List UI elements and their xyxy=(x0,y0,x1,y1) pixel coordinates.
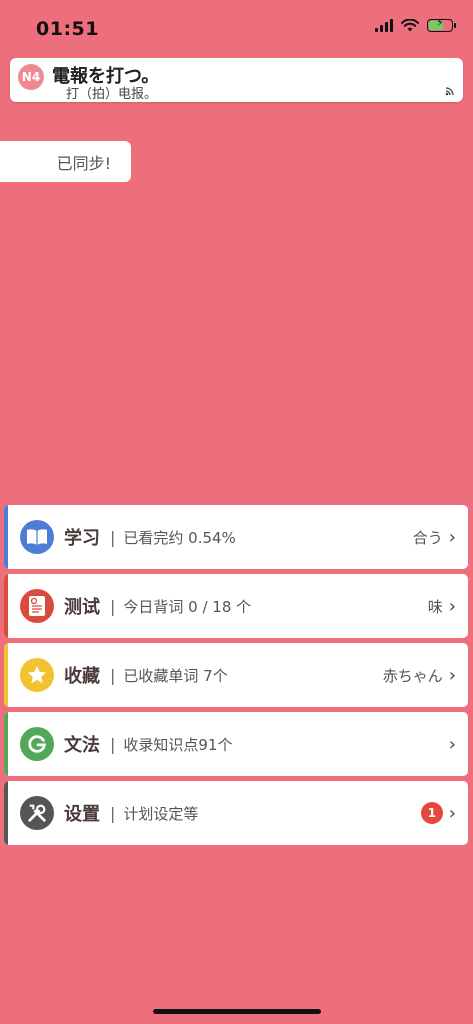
menu-item-settings[interactable]: 设置 | 计划设定等 1 › xyxy=(4,781,468,845)
separator: | xyxy=(110,665,116,685)
menu-item-study[interactable]: 学习 | 已看完约 0.54% 合う › xyxy=(4,505,468,569)
status-bar: 01:51 ⚡ xyxy=(0,0,473,56)
main-menu: 学习 | 已看完约 0.54% 合う › 测试 | 今日背词 0 / 18 个 … xyxy=(4,505,468,850)
sync-toast-text: 已同步! xyxy=(56,153,111,173)
status-icons: ⚡ xyxy=(375,16,456,32)
menu-item-favorites[interactable]: 收藏 | 已收藏单词 7个 赤ちゃん › xyxy=(4,643,468,707)
separator: | xyxy=(110,596,116,616)
menu-item-test[interactable]: 测试 | 今日背词 0 / 18 个 味 › xyxy=(4,574,468,638)
menu-right: 合う › xyxy=(413,527,468,548)
grammar-g-icon xyxy=(20,727,54,761)
menu-desc: 今日背词 0 / 18 个 xyxy=(123,597,252,616)
accent-bar xyxy=(4,643,8,707)
menu-right: › xyxy=(443,734,468,755)
separator: | xyxy=(110,734,116,754)
menu-right: 味 › xyxy=(428,596,468,617)
menu-desc: 计划设定等 xyxy=(123,804,199,823)
chevron-right-icon: › xyxy=(448,526,456,548)
separator: | xyxy=(110,527,116,547)
chevron-right-icon: › xyxy=(448,664,456,686)
menu-title: 文法 xyxy=(64,735,100,756)
menu-right-text: 赤ちゃん xyxy=(382,666,443,685)
accent-bar xyxy=(4,712,8,776)
status-time: 01:51 xyxy=(36,18,99,40)
accent-bar xyxy=(4,505,8,569)
menu-title: 学习 xyxy=(64,528,100,549)
chevron-right-icon: › xyxy=(448,595,456,617)
menu-item-grammar[interactable]: 文法 | 收录知识点91个 › xyxy=(4,712,468,776)
word-banner[interactable]: N4 電報を打つ。 打（拍）电报。 xyxy=(10,58,463,102)
tools-icon xyxy=(20,796,54,830)
menu-right-text: 合う xyxy=(412,528,443,547)
menu-right: 赤ちゃん › xyxy=(383,665,468,686)
level-badge: N4 xyxy=(18,64,44,90)
home-indicator[interactable] xyxy=(153,1009,321,1014)
signal-mini-icon xyxy=(445,87,454,96)
notification-badge: 1 xyxy=(420,802,443,824)
menu-desc: 收录知识点91个 xyxy=(123,735,233,754)
chevron-right-icon: › xyxy=(448,802,456,824)
sync-toast: 已同步! xyxy=(0,141,131,182)
banner-subtitle: 打（拍）电报。 xyxy=(66,87,158,102)
separator: | xyxy=(110,803,116,823)
accent-bar xyxy=(4,781,8,845)
cellular-signal-icon xyxy=(375,18,393,32)
menu-title: 设置 xyxy=(64,804,100,825)
menu-title: 收藏 xyxy=(64,666,100,687)
chevron-right-icon: › xyxy=(448,733,456,755)
menu-right: 1 › xyxy=(420,802,468,824)
book-icon xyxy=(20,520,54,554)
test-sheet-icon xyxy=(20,589,54,623)
accent-bar xyxy=(4,574,8,638)
menu-right-text: 味 xyxy=(427,597,443,616)
wifi-icon xyxy=(401,18,419,31)
menu-desc: 已看完约 0.54% xyxy=(123,528,236,547)
battery-icon: ⚡ xyxy=(427,16,456,32)
star-icon xyxy=(20,658,54,692)
menu-desc: 已收藏单词 7个 xyxy=(123,666,228,685)
menu-title: 测试 xyxy=(64,597,100,618)
